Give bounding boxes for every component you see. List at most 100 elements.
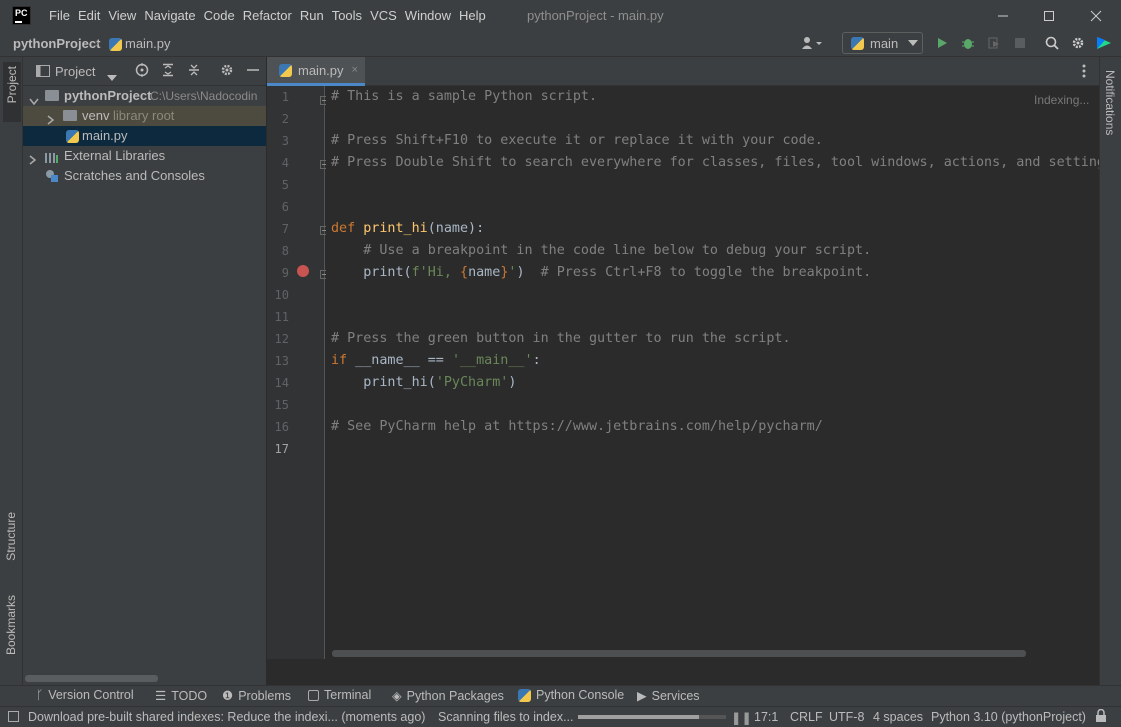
file-encoding[interactable]: UTF-8: [829, 710, 864, 724]
stop-icon[interactable]: [1011, 34, 1029, 52]
python-console-tool-button[interactable]: Python Console: [518, 688, 624, 702]
line-number: 17: [274, 442, 289, 456]
tree-item-venv[interactable]: venv library root: [23, 106, 266, 126]
status-message[interactable]: Download pre-built shared indexes: Reduc…: [28, 710, 425, 724]
bookmarks-tool-button[interactable]: Bookmarks: [4, 595, 18, 655]
code-line: print(f'Hi, {name}') # Press Ctrl+F8 to …: [363, 265, 872, 280]
line-number: 6: [281, 200, 289, 214]
menu-file[interactable]: File: [45, 0, 74, 31]
version-control-tool-button[interactable]: ᚴ Version Control: [36, 688, 134, 702]
project-tool-button[interactable]: Project: [3, 62, 21, 122]
menu-view[interactable]: View: [104, 0, 140, 31]
toggle-tool-windows-icon[interactable]: [8, 711, 19, 722]
pycharm-logo-icon: PC: [12, 6, 31, 25]
structure-tool-button[interactable]: Structure: [4, 512, 18, 561]
services-tool-button[interactable]: ▶ Services: [637, 688, 700, 704]
tree-label-main-py: main.py: [82, 128, 128, 143]
problems-tool-button[interactable]: ❶ Problems: [222, 688, 291, 704]
line-number: 8: [281, 244, 289, 258]
collapse-all-icon[interactable]: [187, 63, 201, 80]
maximize-button[interactable]: [1026, 0, 1072, 31]
todo-tool-button[interactable]: ☰ TODO: [155, 688, 207, 704]
background-task-label: Scanning files to index...: [438, 710, 574, 724]
chevron-right-icon[interactable]: [29, 151, 37, 166]
window-title: pythonProject - main.py: [527, 8, 664, 23]
editor-tab-bar: [267, 57, 1099, 86]
settings-gear-icon[interactable]: [1069, 34, 1087, 52]
tree-label-external-libraries: External Libraries: [64, 148, 166, 163]
line-number: 9: [281, 266, 289, 280]
code-editor[interactable]: # This is a sample Python script. # Pres…: [326, 86, 1099, 659]
menu-run[interactable]: Run: [296, 0, 328, 31]
menu-edit[interactable]: Edit: [74, 0, 104, 31]
menu-window[interactable]: Window: [401, 0, 455, 31]
tree-item-scratches[interactable]: Scratches and Consoles: [23, 166, 266, 186]
code-line: # Press the green button in the gutter t…: [331, 331, 791, 346]
breadcrumb-separator-icon: ›: [95, 35, 100, 50]
python-packages-tool-button[interactable]: ◈ Python Packages: [392, 688, 504, 704]
minimize-button[interactable]: [980, 0, 1026, 31]
menu-code[interactable]: Code: [200, 0, 239, 31]
expand-all-icon[interactable]: [161, 63, 175, 80]
locate-file-icon[interactable]: [135, 63, 149, 80]
tree-item-project-root[interactable]: pythonProject C:\Users\Nadocodin: [23, 86, 266, 106]
indent-setting[interactable]: 4 spaces: [873, 710, 923, 724]
chevron-right-icon[interactable]: [47, 111, 55, 126]
chevron-down-icon[interactable]: [29, 92, 39, 106]
tree-item-main-py[interactable]: main.py: [23, 126, 266, 146]
coverage-icon[interactable]: [985, 34, 1003, 52]
line-number: 4: [281, 156, 289, 170]
menu-tools[interactable]: Tools: [328, 0, 366, 31]
notifications-label: Notifications: [1103, 70, 1117, 136]
horizontal-scrollbar[interactable]: [25, 675, 158, 682]
run-icon[interactable]: [933, 34, 951, 52]
line-separator[interactable]: CRLF: [790, 710, 823, 724]
close-button[interactable]: [1073, 0, 1119, 31]
pause-icon[interactable]: ❚❚: [731, 710, 752, 725]
menu-vcs[interactable]: VCS: [366, 0, 401, 31]
project-view-selector[interactable]: Project: [55, 64, 95, 79]
folder-icon: [45, 90, 59, 101]
user-account-icon[interactable]: [800, 34, 824, 52]
python-interpreter[interactable]: Python 3.10 (pythonProject): [931, 710, 1086, 724]
debug-icon[interactable]: [959, 34, 977, 52]
terminal-icon: [308, 689, 319, 701]
panel-settings-gear-icon[interactable]: [220, 63, 234, 80]
bookmarks-tool-label: Bookmarks: [4, 595, 18, 656]
search-icon[interactable]: [1043, 34, 1061, 52]
notifications-tool-button[interactable]: Notifications: [1103, 70, 1117, 135]
terminal-tool-button[interactable]: Terminal: [308, 688, 371, 702]
lock-icon[interactable]: [1095, 708, 1107, 726]
caret-position[interactable]: 17:1: [754, 710, 778, 724]
code-line: print_hi('PyCharm'): [363, 375, 517, 390]
hide-panel-icon[interactable]: [247, 63, 259, 80]
menu-help[interactable]: Help: [455, 0, 490, 31]
close-tab-icon[interactable]: ×: [352, 64, 358, 76]
python-file-icon: [109, 38, 122, 51]
packages-icon: ◈: [392, 689, 402, 703]
folder-icon: [63, 110, 77, 121]
tab-main-py[interactable]: main.py ×: [267, 57, 365, 86]
left-tool-strip: [0, 57, 23, 685]
python-file-icon: [279, 63, 292, 77]
jetbrains-toolbox-icon[interactable]: [1095, 34, 1113, 52]
editor-gutter[interactable]: 1 2 3 4 5 6 7 8 9 10 11 12 13 14 15 16 1…: [267, 86, 329, 659]
code-line: # Press Double Shift to search everywher…: [331, 155, 1099, 170]
more-options-icon[interactable]: [1081, 64, 1087, 81]
code-line: # This is a sample Python script.: [331, 89, 598, 104]
breakpoint-icon[interactable]: [297, 265, 309, 277]
tree-item-external-libraries[interactable]: External Libraries: [23, 146, 266, 166]
run-configuration-selector[interactable]: main: [842, 32, 923, 54]
status-bar: Download pre-built shared indexes: Reduc…: [0, 706, 1121, 727]
breadcrumb-project[interactable]: pythonProject: [13, 36, 100, 51]
line-number: 16: [274, 420, 289, 434]
project-view-dropdown-icon[interactable]: [107, 69, 117, 84]
breadcrumb-file[interactable]: main.py: [125, 36, 171, 51]
line-number: 12: [274, 332, 289, 346]
menu-refactor[interactable]: Refactor: [239, 0, 296, 31]
line-number: 1: [281, 90, 289, 104]
menu-navigate[interactable]: Navigate: [140, 0, 199, 31]
editor-horizontal-scrollbar[interactable]: [332, 650, 1026, 657]
bottom-tool-bar: ᚴ Version Control ☰ TODO ❶ Problems Termina…: [0, 685, 1121, 706]
code-line: # Press Shift+F10 to execute it or repla…: [331, 133, 823, 148]
